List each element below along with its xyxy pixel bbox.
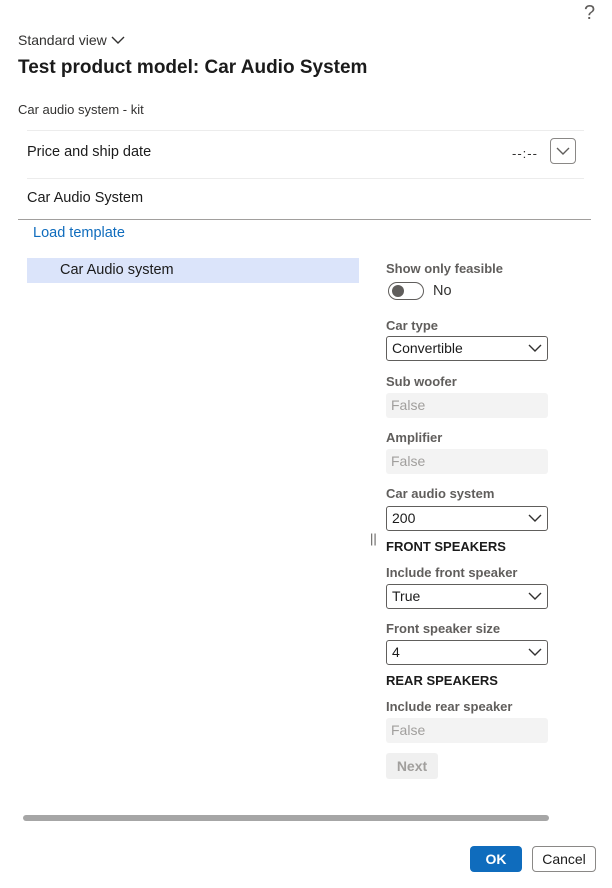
horizontal-scrollbar[interactable] [23,815,549,821]
amplifier-label: Amplifier [386,430,443,445]
section-divider [18,219,591,220]
show-feasible-value: No [433,283,452,299]
divider [27,178,584,179]
sub-woofer-label: Sub woofer [386,374,457,389]
help-button[interactable]: ? [584,2,595,25]
amplifier-field: False [386,449,548,474]
page-title: Test product model: Car Audio System [18,57,368,78]
include-front-speaker-value: True [392,588,421,604]
sub-woofer-field: False [386,393,548,418]
ship-time-value: --:-- [512,146,538,161]
pane-splitter[interactable]: || [370,531,377,546]
chevron-down-icon [528,344,542,352]
chevron-down-icon [528,648,542,656]
chevron-down-icon [528,514,542,522]
model-section-header[interactable]: Car Audio System [27,190,143,206]
include-rear-speaker-label: Include rear speaker [386,699,513,714]
car-audio-system-select[interactable]: 200 [386,506,548,531]
chevron-down-icon [556,147,570,155]
car-audio-system-label: Car audio system [386,486,495,501]
show-feasible-toggle[interactable] [388,282,424,300]
front-speaker-size-value: 4 [392,644,400,660]
show-feasible-label: Show only feasible [386,261,504,276]
ok-button[interactable]: OK [470,846,522,872]
expand-price-button[interactable] [550,138,576,164]
car-type-label: Car type [386,318,439,333]
view-label: Standard view [18,32,107,48]
chevron-down-icon [111,36,125,44]
chevron-down-icon [528,592,542,600]
load-template-link[interactable]: Load template [33,225,125,241]
cancel-button[interactable]: Cancel [532,846,596,872]
page-subtitle: Car audio system - kit [18,102,144,117]
include-front-speaker-label: Include front speaker [386,565,518,580]
car-type-select[interactable]: Convertible [386,336,548,361]
question-mark-icon: ? [584,2,596,24]
next-button[interactable]: Next [386,753,438,779]
car-audio-system-value: 200 [392,510,416,526]
view-selector[interactable]: Standard view [18,32,125,48]
rear-speakers-heading: REAR SPEAKERS [386,673,498,688]
divider [27,130,584,131]
front-speaker-size-select[interactable]: 4 [386,640,548,665]
tree-item-car-audio-system[interactable]: Car Audio system [27,258,359,283]
car-type-value: Convertible [392,340,463,356]
front-speaker-size-label: Front speaker size [386,621,501,636]
include-front-speaker-select[interactable]: True [386,584,548,609]
front-speakers-heading: FRONT SPEAKERS [386,539,506,554]
include-rear-speaker-field: False [386,718,548,743]
toggle-knob [392,285,404,297]
price-ship-date-header[interactable]: Price and ship date [27,144,151,160]
